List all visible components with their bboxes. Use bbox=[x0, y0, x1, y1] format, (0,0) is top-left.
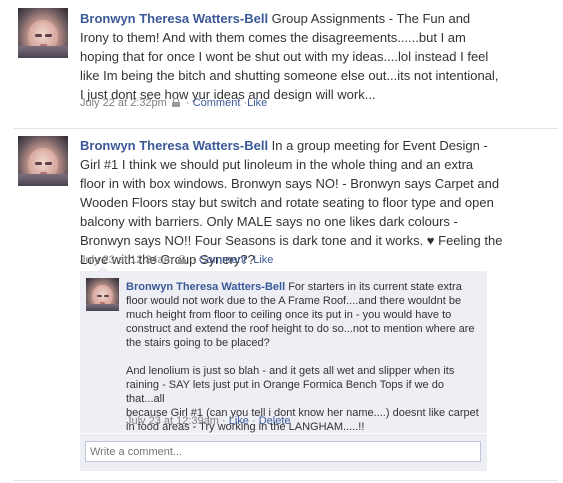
meta-separator: · bbox=[252, 415, 256, 427]
comment-like-link[interactable]: Like bbox=[229, 415, 249, 427]
comment-text-line: raining - SAY lets just put in Orange Fo… bbox=[126, 379, 444, 405]
meta-separator: · bbox=[185, 97, 190, 109]
profile-picture[interactable] bbox=[18, 136, 68, 186]
author-name-link[interactable]: Bronwyn Theresa Watters-Bell bbox=[80, 138, 268, 153]
post-meta: July 22 at 2:32pm · Comment ·Like bbox=[80, 96, 267, 110]
comment-notch bbox=[98, 266, 108, 271]
post-text-line: floor in with box windows. Bronwyn says … bbox=[80, 176, 500, 191]
commenter-avatar[interactable] bbox=[86, 278, 119, 311]
comment-meta: July 23 at 12:39am · Like · Delete bbox=[126, 414, 291, 428]
profile-picture[interactable] bbox=[18, 8, 68, 58]
post-meta: July 23 at 12:34am · Comment ·Like bbox=[80, 253, 273, 267]
post-body: Bronwyn Theresa Watters-Bell Group Assig… bbox=[80, 9, 550, 104]
post-text-line: Bronwyn says NO!! Four Seasons is dark t… bbox=[80, 233, 503, 248]
story-divider bbox=[14, 480, 558, 481]
comment-separator bbox=[80, 433, 487, 434]
post-text-line: balcony with barriers. Only MALE says no… bbox=[80, 214, 458, 229]
lock-icon bbox=[178, 255, 187, 264]
comment-body: Bronwyn Theresa Watters-Bell For starter… bbox=[126, 280, 484, 434]
post-text-line: Girl #1 I think we should put linoleum i… bbox=[80, 157, 474, 172]
like-link[interactable]: Like bbox=[253, 254, 273, 266]
comment-link[interactable]: Comment bbox=[199, 254, 247, 266]
author-name-link[interactable]: Bronwyn Theresa Watters-Bell bbox=[80, 11, 268, 26]
post-text-line: In a group meeting for Event Design - bbox=[268, 138, 488, 153]
comment-timestamp[interactable]: July 23 at 12:39am bbox=[126, 415, 219, 427]
meta-separator: · bbox=[222, 415, 226, 427]
post-text-line: like Im being the bitch and shutting som… bbox=[80, 68, 499, 83]
story-divider bbox=[14, 128, 558, 129]
comment-delete-link[interactable]: Delete bbox=[259, 415, 291, 427]
comment-author-link[interactable]: Bronwyn Theresa Watters-Bell bbox=[126, 281, 285, 293]
comment-text-line: the stairs going to be placed? bbox=[126, 337, 270, 349]
post-text-line: Group Assignments - The Fun and bbox=[268, 11, 471, 26]
comment-text-line: For starters in its current state extra bbox=[285, 281, 462, 293]
post-text-line: hoping that for once I wont be shut out … bbox=[80, 49, 489, 64]
comment-text-line: And lenolium is just so blah - and it ge… bbox=[126, 365, 455, 377]
comment-text-line: construct and extend the roof height to … bbox=[126, 323, 475, 335]
post-body: Bronwyn Theresa Watters-Bell In a group … bbox=[80, 136, 555, 269]
comment-link[interactable]: Comment bbox=[193, 97, 241, 109]
write-comment-input[interactable] bbox=[85, 441, 481, 462]
post-timestamp[interactable]: July 22 at 2:32pm bbox=[80, 97, 167, 109]
meta-separator: · bbox=[192, 254, 196, 266]
post-timestamp[interactable]: July 23 at 12:34am bbox=[80, 254, 173, 266]
post-text-line: Wooden Floors stay but switch and rotate… bbox=[80, 195, 494, 210]
like-link[interactable]: Like bbox=[247, 97, 267, 109]
post-text-line: Irony to them! And with them comes the d… bbox=[80, 30, 466, 45]
comment-text-line: floor would not work due to the A Frame … bbox=[126, 295, 462, 307]
comment-text-line: much height from floor to ceiling once i… bbox=[126, 309, 452, 321]
lock-icon bbox=[171, 98, 180, 107]
